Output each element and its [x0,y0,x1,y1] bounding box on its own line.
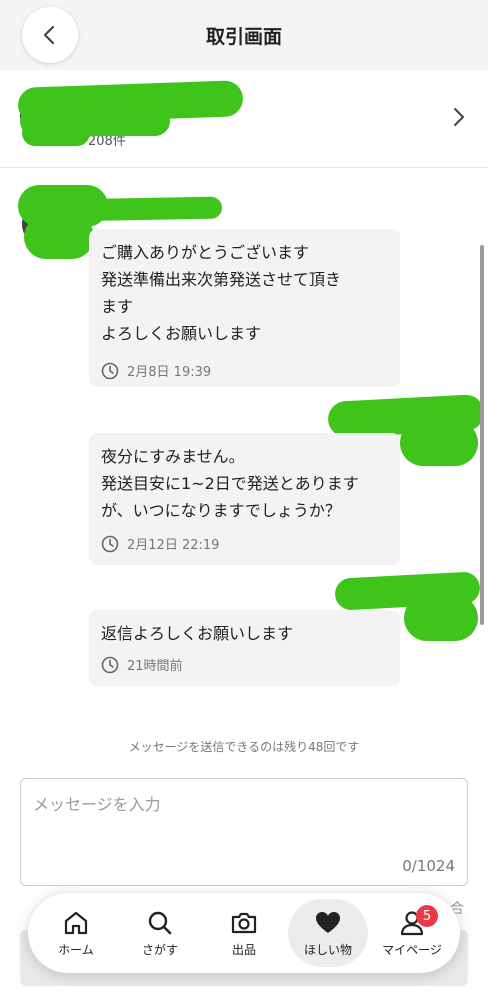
message-input[interactable] [21,779,467,885]
seller-profile-row[interactable]: ★★★★★ 208件 [0,70,488,168]
nav-label: 出品 [231,942,256,957]
message-bubble: 返信よろしくお願いします 21時間前 [89,610,400,686]
timestamp-text: 2月12日 22:19 [127,538,220,553]
message-composer: 0/1024 [20,778,468,886]
redaction-mark [22,120,90,146]
character-counter: 0/1024 [402,857,455,875]
message-bubble: ご購入ありがとうございます 発送準備出来次第発送させて頂き ます よろしくお願い… [89,229,400,387]
timestamp-text: 21時間前 [127,659,183,674]
message-timestamp: 2月12日 22:19 [101,534,388,553]
nav-wishlist[interactable]: ほしい物 [288,899,368,967]
bottom-navigation: ホーム さがす 出品 ほしい物 マイページ 5 [28,893,460,973]
back-button[interactable] [22,7,78,63]
notification-badge: 5 [416,905,438,927]
message-text: 夜分にすみません。 発送目安に1~2日で発送とありますが、いつになりますでしょう… [101,447,359,520]
message-text: ご購入ありがとうございます 発送準備出来次第発送させて頂き ます よろしくお願い… [101,243,342,343]
nav-label: ホーム [58,942,94,957]
redaction-mark [404,595,478,641]
home-icon [64,911,88,934]
clock-icon [101,656,119,673]
camera-icon [231,912,257,933]
clock-icon [101,362,119,379]
nav-label: ほしい物 [303,942,352,957]
nav-home[interactable]: ホーム [36,899,116,967]
chevron-left-icon [43,25,55,45]
header-bar: 取引画面 [0,0,488,70]
page-title: 取引画面 [205,25,282,48]
nav-label: マイページ [382,942,442,957]
search-icon [148,911,172,934]
chevron-right-icon [452,106,466,132]
timestamp-text: 2月8日 19:39 [127,365,212,380]
redaction-mark [24,215,94,259]
message-bubble: 夜分にすみません。 発送目安に1~2日で発送とありますが、いつになりますでしょう… [89,433,400,565]
nav-search[interactable]: さがす [120,899,200,967]
message-timestamp: 21時間前 [101,655,388,674]
nav-sell[interactable]: 出品 [204,899,284,967]
nav-label: さがす [141,942,178,957]
message-text: 返信よろしくお願いします [101,624,294,643]
scrollbar[interactable] [480,245,484,625]
message-timestamp: 2月8日 19:39 [101,361,388,380]
redaction-mark [400,420,478,466]
heart-icon [316,911,340,933]
remaining-messages-notice: メッセージを送信できるのは残り48回です [128,740,360,754]
nav-mypage[interactable]: マイページ 5 [372,899,452,967]
clock-icon [101,535,119,552]
